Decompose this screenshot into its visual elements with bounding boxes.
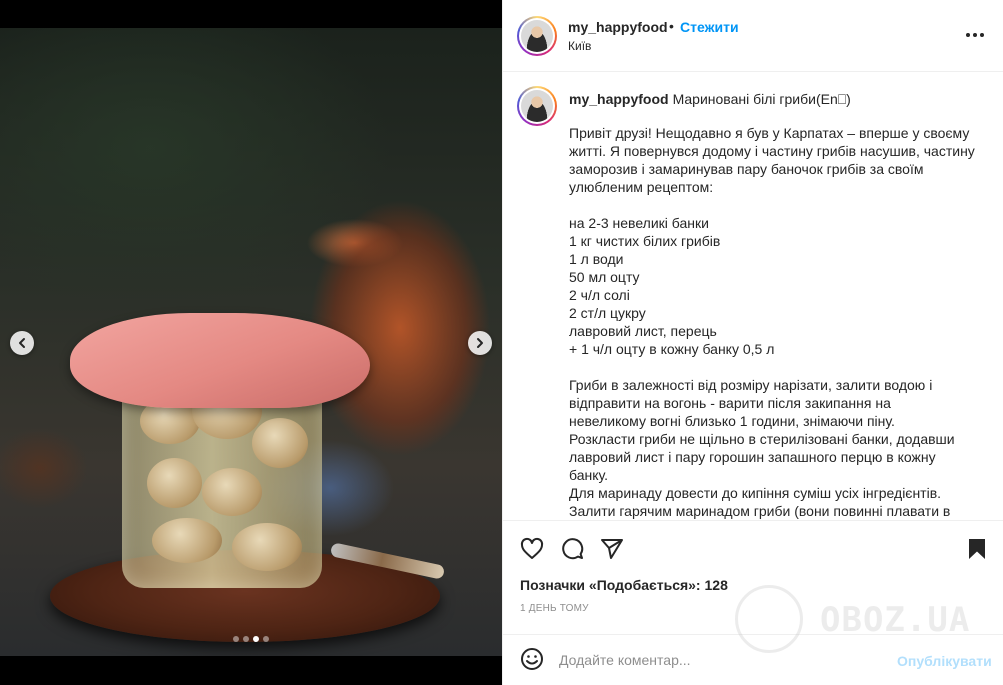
smiley-icon[interactable] — [520, 647, 544, 671]
caption-line: + 1 ч/л оцту в кожну банку 0,5 л — [569, 341, 775, 357]
caption-blank-line — [569, 358, 979, 376]
publish-button[interactable]: Опублікувати — [897, 653, 992, 669]
caption-blank-line — [569, 196, 979, 214]
caption-line: житті. Я повернувся додому і частину гри… — [569, 143, 975, 159]
caption-title: Мариновані білі гриби(En⎕) — [672, 91, 851, 107]
next-slide-button[interactable] — [468, 331, 492, 355]
header-username[interactable]: my_happyfood — [568, 19, 668, 35]
caption-line: Залити гарячим маринадом гриби (вони пов… — [569, 503, 951, 519]
caption-line: лавровий лист, перець — [569, 323, 717, 339]
post-media — [0, 0, 502, 685]
bookmark-icon[interactable] — [965, 537, 989, 561]
watermark-logo — [735, 585, 803, 653]
caption-avatar[interactable] — [517, 86, 557, 126]
caption-line: Гриби в залежності від розміру нарізати,… — [569, 377, 933, 393]
caption-line: Привіт друзі! Нещодавно я був у Карпатах… — [569, 125, 970, 141]
carousel-dot — [253, 636, 259, 642]
comment-icon[interactable] — [560, 537, 584, 561]
caption-line: банку. — [569, 467, 608, 483]
avatar[interactable] — [517, 16, 557, 56]
paper-lid — [70, 313, 370, 408]
chevron-left-icon — [19, 338, 25, 348]
header-separator: • — [669, 18, 674, 34]
caption-line: на 2-3 невеликі банки — [569, 215, 709, 231]
caption-line: улюбленим рецептом: — [569, 179, 714, 195]
caption-line: відправити на вогонь - варити після заки… — [569, 395, 891, 411]
caption-line: лавровий лист і пару горошин запашного п… — [569, 449, 936, 465]
watermark-text: OBOZ.UA — [820, 600, 971, 640]
carousel-dot — [263, 636, 269, 642]
more-options-button[interactable] — [966, 33, 984, 37]
caption-username[interactable]: my_happyfood — [569, 91, 669, 107]
follow-button[interactable]: Стежити — [680, 19, 739, 35]
caption-line: 1 кг чистих білих грибів — [569, 233, 721, 249]
caption-heading: my_happyfood Мариновані білі гриби(En⎕) — [569, 90, 979, 108]
carousel-dot — [233, 636, 239, 642]
post-side-panel: my_happyfood • Стежити Київ my_happyfood… — [502, 0, 1003, 685]
prev-slide-button[interactable] — [10, 331, 34, 355]
heart-icon[interactable] — [520, 537, 544, 561]
likes-count[interactable]: Позначки «Подобається»: 128 — [520, 577, 728, 593]
caption-body: Привіт друзі! Нещодавно я був у Карпатах… — [569, 124, 979, 520]
caption-line: невеликому вогні близько 1 години, зніма… — [569, 413, 895, 429]
carousel-dots — [233, 636, 269, 642]
comment-input[interactable] — [559, 649, 879, 671]
caption-scroll-area[interactable]: my_happyfood Мариновані білі гриби(En⎕) П… — [503, 72, 1003, 521]
caption-line: Для маринаду довести до кипіння суміш ус… — [569, 485, 942, 501]
caption-line: заморозив і замаринував пару баночок гри… — [569, 161, 924, 177]
post-photo[interactable] — [0, 28, 502, 656]
carousel-dot — [243, 636, 249, 642]
caption-line: 50 мл оцту — [569, 269, 640, 285]
post-header: my_happyfood • Стежити Київ — [503, 0, 1003, 72]
caption-line: 2 ст/л цукру — [569, 305, 646, 321]
paper-plane-icon[interactable] — [600, 537, 624, 561]
chevron-right-icon — [477, 338, 483, 348]
action-bar — [503, 531, 1003, 567]
caption-line: 2 ч/л солі — [569, 287, 630, 303]
post-time[interactable]: 1 ДЕНЬ ТОМУ — [520, 603, 589, 614]
caption-line: 1 л води — [569, 251, 624, 267]
more-horizontal-icon — [966, 33, 970, 37]
caption-line: Розкласти гриби не щільно в стерилізован… — [569, 431, 955, 447]
location-link[interactable]: Київ — [568, 39, 591, 53]
